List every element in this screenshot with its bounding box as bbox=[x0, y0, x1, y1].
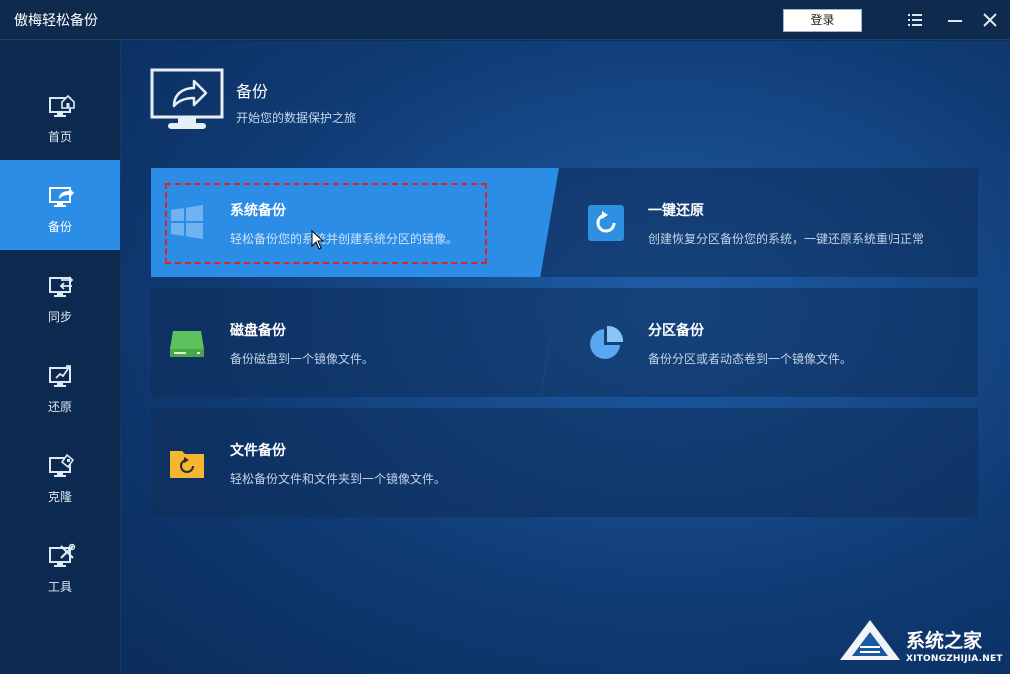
one-key-restore-title: 一键还原 bbox=[648, 203, 704, 219]
app-title: 傲梅轻松备份 bbox=[14, 13, 98, 29]
file-backup-desc: 轻松备份文件和文件夹到一个镜像文件。 bbox=[230, 472, 447, 486]
login-button[interactable]: 登录 bbox=[783, 9, 862, 32]
home-monitor-icon bbox=[49, 94, 75, 117]
sync-monitor-icon bbox=[49, 276, 74, 297]
highlight-annotation-box bbox=[165, 183, 487, 264]
page-title: 备份 bbox=[236, 82, 269, 101]
disk-backup-title: 磁盘备份 bbox=[230, 323, 286, 339]
partition-backup-title: 分区备份 bbox=[648, 323, 704, 339]
file-backup-title: 文件备份 bbox=[230, 443, 286, 459]
disk-backup-desc: 备份磁盘到一个镜像文件。 bbox=[230, 352, 375, 366]
backup-monitor-icon bbox=[49, 187, 74, 207]
one-key-restore-desc: 创建恢复分区备份您的系统，一键还原系统重归正常 bbox=[648, 232, 925, 246]
disk-drive-icon bbox=[170, 331, 204, 357]
sidebar-item-label: 首页 bbox=[47, 130, 72, 144]
title-bar: 傲梅轻松备份 登录 bbox=[0, 0, 1010, 40]
watermark-url: XITONGZHIJIA.NET bbox=[906, 654, 1003, 664]
page-subtitle: 开始您的数据保护之旅 bbox=[236, 111, 357, 125]
mouse-cursor-icon bbox=[311, 230, 325, 250]
sidebar-item-label: 克隆 bbox=[47, 490, 72, 504]
sidebar-item-restore[interactable]: 还原 bbox=[0, 340, 120, 430]
disk-backup-card[interactable] bbox=[151, 288, 559, 397]
sidebar-item-label: 工具 bbox=[47, 580, 72, 594]
sidebar-item-clone[interactable]: 克隆 bbox=[0, 430, 120, 520]
restore-refresh-icon bbox=[588, 205, 624, 241]
folder-sync-icon bbox=[170, 451, 204, 478]
menu-icon[interactable] bbox=[903, 8, 927, 32]
sidebar-item-backup[interactable]: 备份 bbox=[0, 160, 120, 250]
sidebar-item-sync[interactable]: 同步 bbox=[0, 250, 120, 340]
watermark-text: 系统之家 bbox=[906, 630, 983, 652]
minimize-icon[interactable] bbox=[943, 8, 967, 32]
restore-monitor-icon bbox=[49, 365, 71, 387]
clone-monitor-icon bbox=[49, 453, 75, 477]
partition-backup-desc: 备份分区或者动态卷到一个镜像文件。 bbox=[648, 352, 853, 366]
sidebar-item-tools[interactable]: 工具 bbox=[0, 520, 120, 610]
sidebar: 首页 备份 同步 还原 克隆 工具 bbox=[0, 41, 121, 674]
backup-monitor-icon bbox=[150, 68, 224, 129]
sidebar-item-label: 同步 bbox=[47, 310, 72, 324]
close-icon[interactable] bbox=[978, 8, 1002, 32]
main-panel: 备份 开始您的数据保护之旅 系统备份 轻松备份您的系统并创建系统分区的镜像。 一… bbox=[121, 41, 1010, 674]
partition-pie-icon bbox=[590, 325, 624, 359]
sidebar-item-label: 还原 bbox=[47, 400, 72, 414]
sidebar-item-label: 备份 bbox=[47, 220, 72, 234]
tools-monitor-icon bbox=[49, 543, 76, 567]
sidebar-item-home[interactable]: 首页 bbox=[0, 70, 120, 160]
file-backup-card[interactable] bbox=[151, 408, 978, 517]
